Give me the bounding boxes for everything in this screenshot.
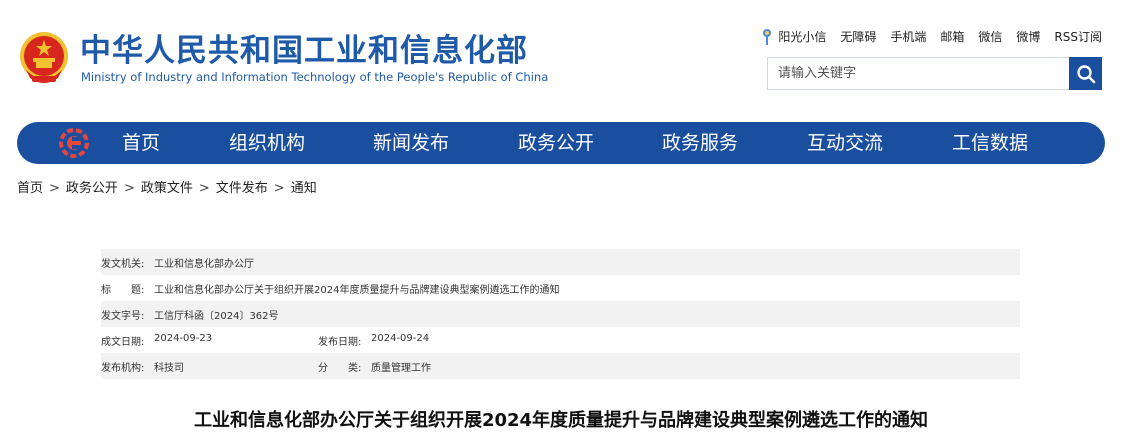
info-row-org: 发布机构: 科技司 分 类: 质量管理工作 <box>101 353 1020 379</box>
breadcrumb: 首页 > 政务公开 > 政策文件 > 文件发布 > 通知 <box>17 180 317 198</box>
category-cell: 分 类: 质量管理工作 <box>318 359 431 374</box>
title-label: 标 题: <box>101 284 145 296</box>
org-label: 发布机构: <box>101 362 145 374</box>
nav-interaction[interactable]: 互动交流 <box>807 122 883 164</box>
category-label: 分 类: <box>318 362 362 374</box>
info-row-dates: 成文日期: 2024-09-23 发布日期: 2024-09-24 <box>101 327 1020 353</box>
issuer-label: 发文机关: <box>101 258 145 270</box>
site-title-english: Ministry of Industry and Information Tec… <box>81 70 549 84</box>
breadcrumb-policy-documents[interactable]: 政策文件 <box>141 180 193 198</box>
link-mobile[interactable]: 手机端 <box>890 29 926 45</box>
doc-number-value: 工信厅科函〔2024〕362号 <box>154 310 279 322</box>
search-icon <box>1076 64 1095 83</box>
written-date-cell: 成文日期: 2024-09-23 <box>101 333 318 348</box>
search-button[interactable] <box>1069 57 1102 90</box>
sunshine-xiaoxin-icon[interactable] <box>760 28 774 46</box>
breadcrumb-separator: > <box>198 181 210 196</box>
info-row-title: 标 题: 工业和信息化部办公厅关于组织开展2024年度质量提升与品牌建设典型案例… <box>101 275 1020 301</box>
nav-home[interactable]: 首页 <box>122 122 160 164</box>
info-row-issuer: 发文机关: 工业和信息化部办公厅 <box>101 249 1020 275</box>
breadcrumb-government-affairs[interactable]: 政务公开 <box>66 180 118 198</box>
breadcrumb-separator: > <box>273 181 285 196</box>
link-accessibility[interactable]: 无障碍 <box>840 29 876 45</box>
publish-date-value: 2024-09-24 <box>371 332 430 344</box>
nav-data[interactable]: 工信数据 <box>952 122 1028 164</box>
main-nav: 首页 组织机构 新闻发布 政务公开 政务服务 互动交流 工信数据 <box>17 122 1105 164</box>
breadcrumb-notice[interactable]: 通知 <box>291 180 317 198</box>
category-value: 质量管理工作 <box>371 362 431 374</box>
doc-number-label: 发文字号: <box>101 310 145 322</box>
search-input[interactable] <box>768 58 1068 89</box>
written-date-value: 2024-09-23 <box>154 332 213 344</box>
search-box <box>767 57 1102 90</box>
breadcrumb-separator: > <box>123 181 135 196</box>
org-cell: 发布机构: 科技司 <box>101 359 318 374</box>
nav-government-affairs[interactable]: 政务公开 <box>518 122 594 164</box>
link-sunshine-xiaoxin[interactable]: 阳光小信 <box>778 29 826 45</box>
miit-logo-icon <box>59 128 89 158</box>
nav-organization[interactable]: 组织机构 <box>229 122 305 164</box>
site-title: 中华人民共和国工业和信息化部 <box>80 33 528 69</box>
document-title: 工业和信息化部办公厅关于组织开展2024年度质量提升与品牌建设典型案例遴选工作的… <box>193 410 929 431</box>
link-wechat[interactable]: 微信 <box>978 29 1002 45</box>
nav-government-services[interactable]: 政务服务 <box>662 122 738 164</box>
title-value: 工业和信息化部办公厅关于组织开展2024年度质量提升与品牌建设典型案例遴选工作的… <box>154 284 560 296</box>
link-rss[interactable]: RSS订阅 <box>1054 29 1102 45</box>
issuer-value: 工业和信息化部办公厅 <box>154 258 254 270</box>
breadcrumb-separator: > <box>49 181 60 196</box>
top-links: 阳光小信 无障碍 手机端 邮箱 微信 微博 RSS订阅 <box>760 28 1102 46</box>
breadcrumb-document-release[interactable]: 文件发布 <box>216 180 268 198</box>
document-info-table: 发文机关: 工业和信息化部办公厅 标 题: 工业和信息化部办公厅关于组织开展20… <box>101 249 1020 379</box>
link-mailbox[interactable]: 邮箱 <box>940 29 964 45</box>
breadcrumb-home[interactable]: 首页 <box>17 180 43 198</box>
written-date-label: 成文日期: <box>101 336 145 348</box>
publish-date-label: 发布日期: <box>318 336 362 348</box>
national-emblem-icon <box>20 32 68 83</box>
link-weibo[interactable]: 微博 <box>1016 29 1040 45</box>
info-row-doc-number: 发文字号: 工信厅科函〔2024〕362号 <box>101 301 1020 327</box>
org-value: 科技司 <box>154 362 184 374</box>
publish-date-cell: 发布日期: 2024-09-24 <box>318 333 429 348</box>
nav-news[interactable]: 新闻发布 <box>373 122 449 164</box>
